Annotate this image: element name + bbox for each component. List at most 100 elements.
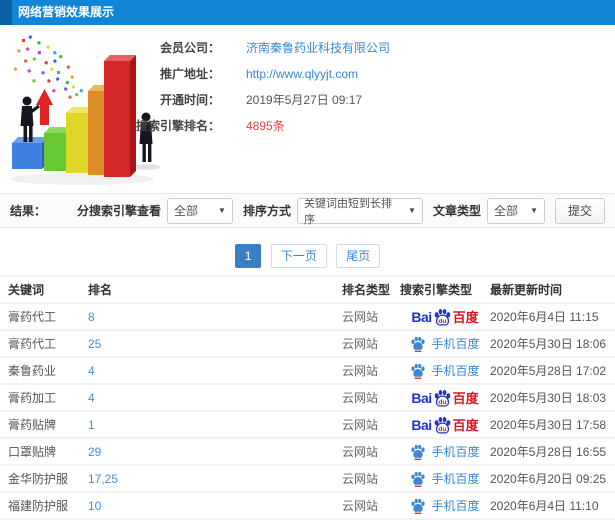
rank-link[interactable]: 17,25 <box>88 472 118 486</box>
svg-text:du: du <box>438 399 446 406</box>
mobile-baidu-label: 手机百度 <box>431 337 480 351</box>
chevron-down-icon: ▼ <box>408 206 416 215</box>
engine-filter-label: 分搜索引擎查看 <box>76 204 161 218</box>
sort-filter-select[interactable]: 关键词由短到长排序 ▼ <box>296 197 423 226</box>
engine-cell: Bai du 百度 <box>400 388 490 407</box>
promo-url-link[interactable]: http://www.qlyyjt.com <box>246 66 358 83</box>
mobile-baidu-logo: 手机百度 <box>410 443 480 460</box>
rank-link[interactable]: 8 <box>88 310 95 324</box>
table-row: 膏药加工 4 云网站 Bai du 百度 2020年5月30日 18:03 <box>0 385 615 412</box>
info-row-open-time: 开通时间： 2019年5月27日 09:17 <box>120 92 605 109</box>
company-link[interactable]: 济南秦鲁药业科技有限公司 <box>246 40 390 57</box>
updated-cell: 2020年5月28日 16:55 <box>490 445 607 459</box>
mobile-baidu-paw-icon <box>410 471 426 487</box>
engine-filter-select[interactable]: 全部 ▼ <box>166 197 233 224</box>
rank-type-cell: 云网站 <box>342 499 379 513</box>
table-row: 膏药代工 8 云网站 Bai du 百度 2020年6月4日 11:15 <box>0 304 615 331</box>
baidu-logo-bai: Bai <box>411 416 432 433</box>
next-page-button[interactable]: 下一页 <box>270 244 327 268</box>
title-bar: 网络营销效果展示 <box>0 0 615 25</box>
businessman-left <box>20 96 40 142</box>
mobile-baidu-label: 手机百度 <box>431 472 480 486</box>
mobile-baidu-logo: 手机百度 <box>410 470 480 487</box>
baidu-logo-cn: 百度 <box>452 418 479 433</box>
company-label: 会员公司： <box>159 41 220 55</box>
header-rank-type: 排名类型 <box>342 283 391 297</box>
svg-text:du: du <box>438 426 446 433</box>
rank-link[interactable]: 29 <box>88 445 101 459</box>
table-row: 福建防护服 10 云网站 手机百度 2020年6月4日 11:10 <box>0 493 615 520</box>
mobile-baidu-paw-icon <box>410 363 426 379</box>
mobile-baidu-paw-icon <box>410 498 426 514</box>
header-keyword: 关键词 <box>8 283 45 297</box>
filter-bar: 结果： 分搜索引擎查看 全部 ▼ 排序方式 关键词由短到长排序 ▼ 文章类型 全部 ▼… <box>0 193 615 228</box>
rank-link[interactable]: 25 <box>88 337 101 351</box>
chevron-down-icon: ▼ <box>530 206 538 215</box>
baidu-paw-icon: du <box>433 389 452 407</box>
table-row: 金华防护服 17,25 云网站 手机百度 2020年6月20日 09:25 <box>0 466 615 493</box>
baidu-logo-bai: Bai <box>411 389 432 406</box>
table-header-row: 关键词 排名 排名类型 搜索引擎类型 最新更新时间 <box>0 277 615 304</box>
keyword-cell: 膏药加工 <box>8 391 57 405</box>
baidu-paw-icon: du <box>433 416 452 434</box>
header-rank: 排名 <box>88 283 113 297</box>
info-row-company: 会员公司： 济南秦鲁药业科技有限公司 <box>120 40 605 57</box>
results-label: 结果： <box>10 204 47 218</box>
mobile-baidu-logo: 手机百度 <box>410 335 480 352</box>
keyword-cell: 膏药代工 <box>8 337 57 351</box>
title-bar-edge <box>0 0 12 25</box>
baidu-logo-bai: Bai <box>411 308 432 325</box>
engine-cell: 手机百度 <box>400 497 490 514</box>
updated-cell: 2020年6月4日 11:15 <box>490 310 599 324</box>
rank-count-value: 4895条 <box>246 119 285 133</box>
page-title: 网络营销效果展示 <box>18 5 115 19</box>
baidu-logo-cn: 百度 <box>452 391 479 406</box>
updated-cell: 2020年5月30日 18:06 <box>490 337 607 351</box>
baidu-logo: Bai du 百度 <box>411 415 479 434</box>
chevron-down-icon: ▼ <box>218 206 226 215</box>
last-page-button[interactable]: 尾页 <box>336 244 381 268</box>
keyword-cell: 膏药贴牌 <box>8 418 57 432</box>
updated-cell: 2020年5月30日 17:58 <box>490 418 607 432</box>
keyword-cell: 福建防护服 <box>8 499 69 513</box>
updated-cell: 2020年6月4日 11:10 <box>490 499 599 513</box>
rank-type-cell: 云网站 <box>342 418 379 432</box>
mobile-baidu-label: 手机百度 <box>431 445 480 459</box>
page-1-button[interactable]: 1 <box>234 244 262 268</box>
open-time-label: 开通时间： <box>159 93 220 107</box>
engine-cell: 手机百度 <box>400 362 490 379</box>
keyword-cell: 秦鲁药业 <box>8 364 57 378</box>
rank-link[interactable]: 1 <box>88 418 95 432</box>
rank-type-cell: 云网站 <box>342 391 379 405</box>
info-row-rank-count: 搜索引擎排名： 4895条 <box>120 118 605 135</box>
rank-link[interactable]: 4 <box>88 391 95 405</box>
article-type-select[interactable]: 全部 ▼ <box>486 197 545 224</box>
baidu-logo: Bai du 百度 <box>411 307 479 326</box>
table-row: 口罩贴牌 29 云网站 手机百度 2020年5月28日 16:55 <box>0 439 615 466</box>
updated-cell: 2020年6月20日 09:25 <box>490 472 607 486</box>
rank-type-cell: 云网站 <box>342 337 379 351</box>
member-info-section: 会员公司： 济南秦鲁药业科技有限公司 推广地址： http://www.qlyy… <box>0 25 615 193</box>
open-time-value: 2019年5月27日 09:17 <box>246 93 363 107</box>
header-engine-type: 搜索引擎类型 <box>400 283 473 297</box>
submit-button[interactable]: 提交 <box>554 197 605 224</box>
mobile-baidu-label: 手机百度 <box>431 499 480 513</box>
engine-cell: 手机百度 <box>400 335 490 352</box>
updated-cell: 2020年5月28日 17:02 <box>490 364 607 378</box>
ranking-table: 关键词 排名 排名类型 搜索引擎类型 最新更新时间 膏药代工 8 云网站 Bai… <box>0 275 615 520</box>
sort-filter-label: 排序方式 <box>242 204 291 218</box>
rank-type-cell: 云网站 <box>342 364 379 378</box>
table-row: 秦鲁药业 4 云网站 手机百度 2020年5月28日 17:02 <box>0 358 615 385</box>
rank-link[interactable]: 10 <box>88 499 101 513</box>
info-fields: 会员公司： 济南秦鲁药业科技有限公司 推广地址： http://www.qlyy… <box>120 40 605 144</box>
baidu-paw-icon: du <box>433 308 452 326</box>
rank-type-cell: 云网站 <box>342 472 379 486</box>
rank-type-cell: 云网站 <box>342 310 379 324</box>
article-type-label: 文章类型 <box>432 204 481 218</box>
header-updated: 最新更新时间 <box>490 283 563 297</box>
info-row-url: 推广地址： http://www.qlyyjt.com <box>120 66 605 83</box>
mobile-baidu-paw-icon <box>410 444 426 460</box>
updated-cell: 2020年5月30日 18:03 <box>490 391 607 405</box>
rank-link[interactable]: 4 <box>88 364 95 378</box>
engine-cell: 手机百度 <box>400 470 490 487</box>
